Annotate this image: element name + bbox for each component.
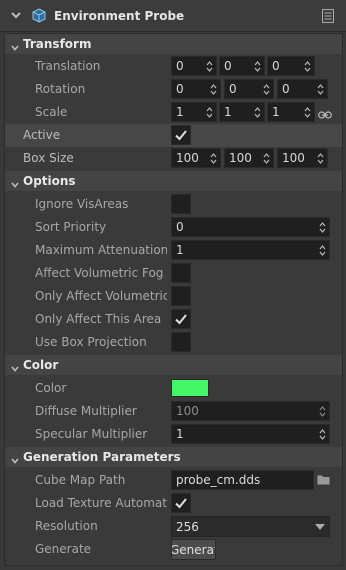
use-box-projection-row: Use Box Projection	[5, 331, 342, 354]
generate-button[interactable]: Generate	[171, 539, 216, 560]
box-size-z-field[interactable]: 100	[277, 148, 328, 168]
resolution-row: Resolution 256	[5, 515, 342, 538]
scale-z-field[interactable]: 1	[267, 102, 315, 122]
ignore-visareas-checkbox[interactable]	[171, 194, 191, 214]
rotation-x-field[interactable]: 0	[171, 79, 221, 99]
resolution-label: Resolution	[35, 519, 98, 533]
only-affect-this-area-row: Only Affect This Area	[5, 308, 342, 331]
cube-map-path-label: Cube Map Path	[35, 473, 126, 487]
dropdown-arrow-icon	[315, 524, 325, 530]
translation-x-field[interactable]: 0	[171, 56, 217, 76]
diffuse-multiplier-field[interactable]: 100	[171, 401, 330, 421]
cube-map-path-input[interactable]: probe_cm.dds	[171, 470, 314, 490]
box-size-y-field[interactable]: 100	[224, 148, 274, 168]
only-affect-volumetric-label: Only Affect Volumetric F	[35, 289, 167, 303]
generate-label: Generate	[35, 542, 92, 556]
scale-label: Scale	[35, 105, 68, 119]
resolution-select[interactable]: 256	[171, 516, 330, 537]
folder-icon[interactable]	[317, 474, 330, 488]
section-label: Transform	[23, 37, 92, 51]
specular-multiplier-field[interactable]: 1	[171, 424, 330, 444]
max-attenuation-field[interactable]: 1	[171, 240, 330, 260]
only-affect-volumetric-row: Only Affect Volumetric F	[5, 285, 342, 308]
active-row: Active	[5, 124, 342, 147]
cube-icon	[32, 8, 46, 26]
cube-map-path-row: Cube Map Path probe_cm.dds	[5, 469, 342, 492]
scale-y-field[interactable]: 1	[219, 102, 265, 122]
only-affect-volumetric-checkbox[interactable]	[171, 286, 191, 306]
rotation-y-field[interactable]: 0	[224, 79, 274, 99]
load-texture-automatic-row: Load Texture Automatic	[5, 492, 342, 515]
sort-priority-row: Sort Priority 0	[5, 216, 342, 239]
rotation-label: Rotation	[35, 82, 86, 96]
chevron-down-icon[interactable]	[11, 453, 19, 467]
translation-y-field[interactable]: 0	[219, 56, 265, 76]
affect-volumetric-fog-label: Affect Volumetric Fog	[35, 266, 164, 280]
active-label: Active	[23, 128, 61, 142]
load-texture-automatic-label: Load Texture Automatic	[35, 496, 167, 510]
ignore-visareas-row: Ignore VisAreas	[5, 193, 342, 216]
menu-icon[interactable]	[322, 9, 334, 26]
chevron-down-icon[interactable]	[11, 361, 19, 375]
properties-panel: Environment Probe Transform Translation …	[0, 0, 346, 570]
section-options[interactable]: Options	[5, 171, 342, 191]
sort-priority-label: Sort Priority	[35, 220, 107, 234]
only-affect-this-area-label: Only Affect This Area	[35, 312, 162, 326]
section-label: Options	[23, 174, 76, 188]
rotation-row: Rotation 0 0 0	[5, 78, 342, 101]
color-row: Color	[5, 377, 342, 400]
generate-row: Generate Generate	[5, 538, 342, 561]
section-transform[interactable]: Transform	[5, 34, 342, 54]
chevron-down-icon[interactable]	[11, 40, 19, 54]
box-size-x-field[interactable]: 100	[171, 148, 221, 168]
section-label: Generation Parameters	[23, 450, 181, 464]
color-swatch[interactable]	[171, 379, 209, 397]
max-attenuation-row: Maximum Attenuation F 1	[5, 239, 342, 262]
component-header[interactable]: Environment Probe	[0, 0, 346, 32]
component-title: Environment Probe	[54, 9, 185, 23]
section-label: Color	[23, 358, 59, 372]
specular-multiplier-row: Specular Multiplier 1	[5, 423, 342, 446]
property-grid: Transform Translation 0 0 0 Rotation 0 0…	[4, 33, 343, 566]
affect-volumetric-fog-checkbox[interactable]	[171, 263, 191, 283]
section-color[interactable]: Color	[5, 355, 342, 375]
use-box-projection-checkbox[interactable]	[171, 332, 191, 352]
box-size-row: Box Size 100 100 100	[5, 147, 342, 170]
color-label: Color	[35, 381, 67, 395]
sort-priority-field[interactable]: 0	[171, 217, 330, 237]
only-affect-this-area-checkbox[interactable]	[171, 309, 191, 329]
scale-row: Scale 1 1 1	[5, 101, 342, 124]
active-checkbox[interactable]	[171, 125, 191, 145]
translation-z-field[interactable]: 0	[267, 56, 315, 76]
scale-x-field[interactable]: 1	[171, 102, 217, 122]
chevron-down-icon[interactable]	[10, 9, 22, 24]
affect-volumetric-fog-row: Affect Volumetric Fog	[5, 262, 342, 285]
load-texture-automatic-checkbox[interactable]	[171, 493, 191, 513]
box-size-label: Box Size	[23, 151, 74, 165]
specular-multiplier-label: Specular Multiplier	[35, 427, 148, 441]
diffuse-multiplier-row: Diffuse Multiplier 100	[5, 400, 342, 423]
chevron-down-icon[interactable]	[11, 177, 19, 191]
link-icon[interactable]	[318, 108, 332, 122]
max-attenuation-label: Maximum Attenuation F	[35, 243, 167, 257]
section-generation-parameters[interactable]: Generation Parameters	[5, 447, 342, 467]
use-box-projection-label: Use Box Projection	[35, 335, 147, 349]
diffuse-multiplier-label: Diffuse Multiplier	[35, 404, 137, 418]
ignore-visareas-label: Ignore VisAreas	[35, 197, 129, 211]
rotation-z-field[interactable]: 0	[277, 79, 328, 99]
translation-label: Translation	[35, 59, 101, 73]
translation-row: Translation 0 0 0	[5, 55, 342, 78]
